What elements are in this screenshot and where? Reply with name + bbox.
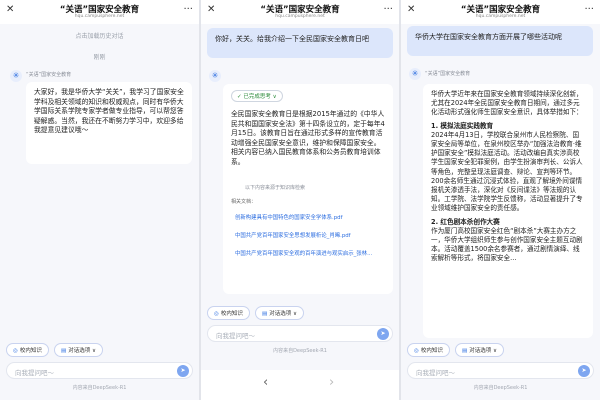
knowledge-chip[interactable]: ◎ 校内知识 (207, 306, 250, 320)
send-icon[interactable]: ➤ (377, 328, 389, 340)
dialog-icon: ▤ (262, 311, 268, 317)
dialog-icon: ▤ (462, 348, 468, 354)
knowledge-chip[interactable]: ◎ 校内知识 (6, 343, 49, 357)
dialog-options-chip[interactable]: ▤ 对话选项 ∨ (455, 343, 504, 357)
phone-panel-1: ✕ “关语”国家安全教育 hqu.campusphere.net ··· 点击加… (0, 0, 199, 400)
forward-icon[interactable]: › (329, 375, 334, 390)
question-input[interactable]: 向我提问吧～ ➤ (207, 325, 393, 342)
input-placeholder: 向我提问吧～ (15, 369, 54, 377)
bot-avatar: ✳ (409, 68, 421, 80)
knowledge-icon: ◎ (414, 348, 419, 354)
activity-1-title: 1. 模拟法庭实践教育 (431, 121, 494, 130)
load-history-link[interactable]: 点击加载历史对话 (0, 31, 199, 40)
bot-avatar: ✳ (209, 70, 221, 82)
question-input[interactable]: 向我提问吧～ ➤ (407, 362, 594, 379)
activity-2-body: 作为厦门高校国家安全红色“剧本杀”大赛主办方之一，华侨大学组织师生参与创作国家安… (431, 226, 583, 263)
knowledge-chip-label: 校内知识 (420, 348, 443, 354)
dialog-icon: ▤ (61, 348, 67, 354)
send-icon[interactable]: ➤ (578, 365, 590, 377)
model-footer: 内容来自DeepSeek-R1 (72, 385, 127, 391)
browser-nav-bar: ‹ › (201, 370, 399, 400)
more-icon[interactable]: ··· (183, 4, 193, 15)
reference-link[interactable]: 创新构建具有中国特色的国家安全学体系.pdf (235, 213, 343, 221)
dialog-chip-label: 对话选项 (469, 348, 492, 354)
thinking-done-pill[interactable]: ✓ 已完成思考 ∨ (231, 90, 283, 102)
bot-greeting-bubble: 大家好，我是华侨大学“关关”，我学习了国家安全学科及相关领域的知识和权威观点，同… (26, 82, 192, 164)
screenshot-stage: ✕ “关语”国家安全教育 hqu.campusphere.net ··· 点击加… (0, 0, 600, 400)
activity-2-title: 2. 红色剧本杀创作大赛 (431, 217, 500, 226)
more-icon[interactable]: ··· (584, 4, 594, 15)
dialog-options-chip[interactable]: ▤ 对话选项 ∨ (255, 306, 304, 320)
input-placeholder: 向我提问吧～ (416, 369, 455, 377)
model-footer: 内容来自DeepSeek-R1 (273, 348, 327, 354)
app-header: ✕ “关语”国家安全教育 hqu.campusphere.net ··· (0, 0, 199, 24)
timestamp: 刚刚 (93, 54, 106, 61)
bot-name: “关语”国家安全教育 (425, 71, 471, 77)
app-url: hqu.campusphere.net (275, 14, 325, 19)
sources-title: 以下内容来源于知识库检索 (245, 185, 306, 191)
input-placeholder: 向我提问吧～ (216, 332, 255, 340)
back-icon[interactable]: ‹ (263, 375, 268, 390)
reference-link[interactable]: 中国共产党百年国家安全观的百年演进与观实启示_张林... (235, 249, 372, 257)
bot-name: “关语”国家安全教育 (26, 72, 72, 78)
send-icon[interactable]: ➤ (177, 365, 189, 377)
refs-label: 相关文档： (231, 199, 257, 205)
knowledge-icon: ◎ (13, 348, 18, 354)
question-input[interactable]: 向我提问吧～ ➤ (6, 362, 193, 379)
bot-answer-card: 华侨大学近年来在国家安全教育领域持续深化创新，尤其在2024年全民国家安全教育日… (423, 84, 593, 338)
knowledge-icon: ◎ (214, 311, 219, 317)
answer-text: 全民国家安全教育日是根据2015年通过的《中华人民共和国国家安全法》第十四条设立… (231, 110, 385, 166)
more-icon[interactable]: ··· (383, 4, 393, 15)
knowledge-chip[interactable]: ◎ 校内知识 (407, 343, 450, 357)
chevron-down-icon: ∨ (292, 311, 297, 317)
phone-panel-2: ✕ “关语”国家安全教育 hqu.campusphere.net ··· 你好，… (201, 0, 399, 400)
user-message-bubble: 华侨大学在国家安全教育方面开展了哪些活动呢 (407, 26, 593, 56)
thinking-label: 已完成思考 (243, 94, 271, 100)
app-url: hqu.campusphere.net (475, 14, 526, 19)
reference-link[interactable]: 中国共产党百年国家安全思想发展析论_肖晞.pdf (235, 231, 351, 239)
app-url: hqu.campusphere.net (74, 14, 125, 19)
dialog-chip-label: 对话选项 (269, 311, 292, 317)
app-header: ✕ “关语”国家安全教育 hqu.campusphere.net ··· (401, 0, 600, 24)
knowledge-chip-label: 校内知识 (19, 348, 42, 354)
activity-1-body: 2024年4月13日，学校联合泉州市人民检察院、国家安全局等单位，在泉州校区举办… (431, 130, 583, 213)
knowledge-chip-label: 校内知识 (220, 311, 243, 317)
user-message-bubble: 你好，关关。给我介绍一下全民国家安全教育日吧 (207, 28, 393, 58)
chevron-down-icon: ∨ (492, 348, 497, 354)
bot-avatar: ✳ (10, 70, 22, 82)
chevron-down-icon: ∨ (91, 348, 96, 354)
dialog-chip-label: 对话选项 (68, 348, 91, 354)
phone-panel-3: ✕ “关语”国家安全教育 hqu.campusphere.net ··· 华侨大… (401, 0, 600, 400)
dialog-options-chip[interactable]: ▤ 对话选项 ∨ (54, 343, 103, 357)
app-header: ✕ “关语”国家安全教育 hqu.campusphere.net ··· (201, 0, 399, 24)
model-footer: 内容来自DeepSeek-R1 (473, 385, 528, 391)
chevron-down-icon: ∨ (272, 94, 277, 100)
answer-intro: 华侨大学近年来在国家安全教育领域持续深化创新，尤其在2024年全民国家安全教育日… (431, 90, 583, 117)
